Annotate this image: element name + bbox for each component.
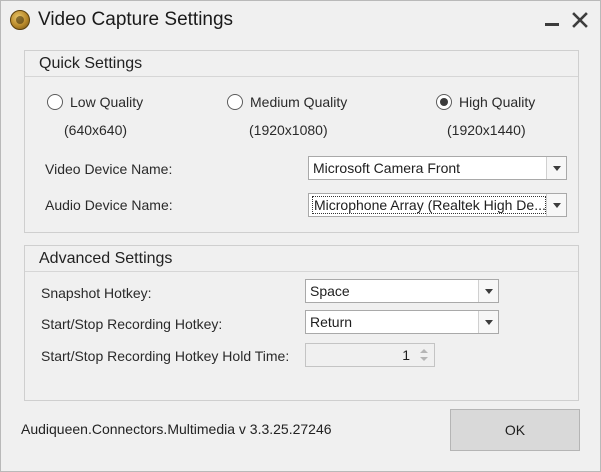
audio-device-value: Microphone Array (Realtek High De... <box>312 196 546 214</box>
close-button[interactable] <box>569 9 591 31</box>
record-hotkey-label: Start/Stop Recording Hotkey: <box>41 316 223 332</box>
quick-settings-header: Quick Settings <box>25 51 578 77</box>
chevron-up-icon[interactable] <box>420 349 428 353</box>
high-quality-label[interactable]: High Quality <box>459 94 535 110</box>
chevron-down-icon[interactable] <box>546 157 566 179</box>
hold-time-value: 1 <box>402 347 410 363</box>
chevron-down-icon[interactable] <box>478 280 498 302</box>
radio-low-quality[interactable] <box>47 94 63 110</box>
chevron-down-icon[interactable] <box>420 357 428 361</box>
chevron-down-icon[interactable] <box>546 194 566 216</box>
dialog-window: Video Capture Settings Quick Settings Lo… <box>0 0 601 472</box>
minimize-button[interactable] <box>541 9 563 31</box>
record-hotkey-value: Return <box>310 314 353 330</box>
quick-settings-title: Quick Settings <box>39 55 143 72</box>
video-device-label: Video Device Name: <box>45 161 173 177</box>
snapshot-hotkey-value: Space <box>310 283 350 299</box>
medium-quality-label[interactable]: Medium Quality <box>250 94 347 110</box>
high-quality-resolution: (1920x1440) <box>447 122 526 138</box>
snapshot-hotkey-select[interactable]: Space <box>305 279 499 303</box>
video-device-select[interactable]: Microsoft Camera Front <box>308 156 567 180</box>
hold-time-label: Start/Stop Recording Hotkey Hold Time: <box>41 348 290 364</box>
chevron-down-icon[interactable] <box>478 311 498 333</box>
app-logo-icon <box>10 10 30 30</box>
minimize-icon <box>545 23 559 26</box>
ok-button[interactable]: OK <box>450 409 580 451</box>
radio-medium-quality[interactable] <box>227 94 243 110</box>
advanced-settings-header: Advanced Settings <box>25 246 578 272</box>
advanced-settings-group: Advanced Settings Snapshot Hotkey: Space… <box>24 245 579 401</box>
audio-device-select[interactable]: Microphone Array (Realtek High De... <box>308 193 567 217</box>
audio-device-label: Audio Device Name: <box>45 197 173 213</box>
title-bar[interactable]: Video Capture Settings <box>1 1 600 39</box>
record-hotkey-select[interactable]: Return <box>305 310 499 334</box>
hold-time-stepper[interactable]: 1 <box>305 343 435 367</box>
quick-settings-group: Quick Settings Low Quality (640x640) Med… <box>24 50 579 233</box>
low-quality-resolution: (640x640) <box>64 122 128 138</box>
low-quality-label[interactable]: Low Quality <box>70 94 143 110</box>
radio-high-quality[interactable] <box>436 94 452 110</box>
advanced-settings-title: Advanced Settings <box>39 250 173 267</box>
video-device-value: Microsoft Camera Front <box>313 160 461 176</box>
medium-quality-resolution: (1920x1080) <box>249 122 328 138</box>
window-title: Video Capture Settings <box>38 9 234 30</box>
close-icon <box>572 12 588 28</box>
snapshot-hotkey-label: Snapshot Hotkey: <box>41 285 152 301</box>
version-text: Audiqueen.Connectors.Multimedia v 3.3.25… <box>21 421 332 437</box>
